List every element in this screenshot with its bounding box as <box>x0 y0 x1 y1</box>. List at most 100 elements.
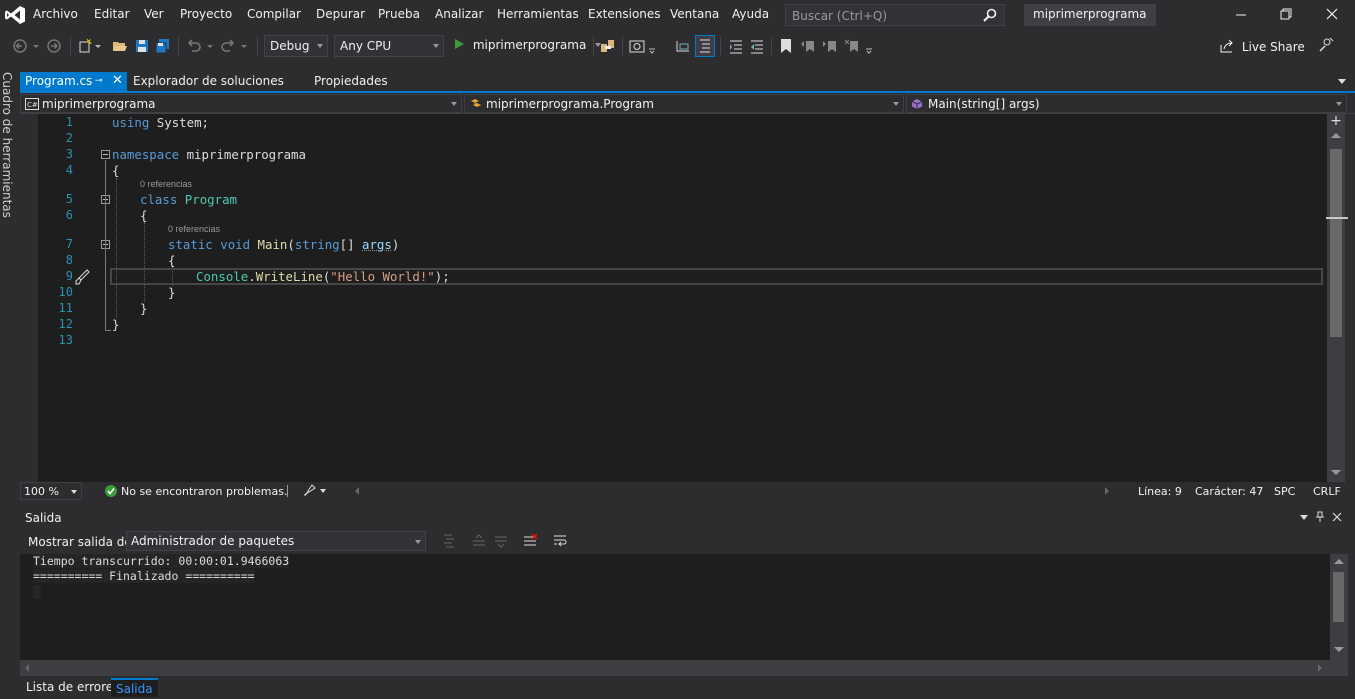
undo-dropdown-icon[interactable] <box>206 38 214 54</box>
code-line-8[interactable]: { <box>168 253 175 268</box>
menu-proyecto[interactable]: Proyecto <box>180 7 232 21</box>
back-dropdown-icon[interactable] <box>32 38 40 54</box>
line-indicator[interactable]: Línea: 9 <box>1138 485 1182 498</box>
line-ending-indicator[interactable]: CRLF <box>1313 485 1341 498</box>
scroll-up-icon[interactable] <box>1331 133 1341 138</box>
tab-properties[interactable]: Propiedades <box>309 72 393 92</box>
navigate-back-icon[interactable] <box>12 38 28 54</box>
scroll-left-icon[interactable] <box>25 664 29 672</box>
quick-actions-brush-icon[interactable] <box>73 268 91 286</box>
save-icon[interactable] <box>134 38 150 54</box>
member-select[interactable]: Main(string[] args) <box>906 94 1347 113</box>
menu-analizar[interactable]: Analizar <box>435 7 483 21</box>
split-editor-icon[interactable]: + <box>1328 114 1344 130</box>
new-dropdown-icon[interactable] <box>94 38 102 54</box>
search-icon[interactable] <box>982 7 998 23</box>
configuration-select[interactable]: Debug <box>264 35 328 57</box>
menu-extensiones[interactable]: Extensiones <box>588 7 661 21</box>
open-folder-icon[interactable] <box>112 38 128 54</box>
scroll-up-icon[interactable] <box>1334 559 1344 564</box>
pin-icon[interactable]: ⊸ <box>95 76 103 86</box>
search-input[interactable]: Buscar (Ctrl+Q) <box>785 4 1005 26</box>
code-line-5[interactable]: class Program <box>140 192 237 207</box>
code-line-3[interactable]: namespace miprimerprograma <box>112 147 306 162</box>
find-in-files-icon[interactable] <box>600 38 616 54</box>
save-all-icon[interactable] <box>155 38 171 54</box>
codelens-references[interactable]: 0 referencias <box>140 179 192 189</box>
previous-bookmark-icon[interactable] <box>800 38 816 54</box>
code-cleanup-brush-icon[interactable] <box>302 484 316 498</box>
more-options-icon[interactable] <box>647 38 657 54</box>
bookmark-icon[interactable] <box>778 38 794 54</box>
next-message-icon[interactable] <box>493 533 509 549</box>
clear-all-icon[interactable] <box>522 533 538 549</box>
undo-icon[interactable] <box>186 38 202 54</box>
code-line-1[interactable]: using System; <box>112 115 209 130</box>
code-line-6[interactable]: { <box>140 208 147 223</box>
close-icon[interactable]: ✕ <box>112 73 123 88</box>
auto-hide-pin-icon[interactable] <box>1314 511 1326 523</box>
code-line-7[interactable]: static void Main(string[] args) <box>168 237 399 252</box>
char-indicator[interactable]: Carácter: 47 <box>1195 485 1263 498</box>
screenshot-tool-icon[interactable] <box>629 38 645 54</box>
code-line-9[interactable]: Console.WriteLine("Hello World!"); <box>196 269 450 284</box>
tab-list-dropdown-icon[interactable] <box>1338 79 1346 84</box>
code-editor[interactable] <box>20 114 1327 482</box>
tab-output[interactable]: Salida <box>111 678 158 697</box>
menu-depurar[interactable]: Depurar <box>316 7 365 21</box>
outdent-icon[interactable] <box>749 38 765 54</box>
feedback-icon[interactable] <box>1318 37 1334 53</box>
issues-status[interactable]: No se encontraron problemas. <box>121 485 287 498</box>
codelens-references[interactable]: 0 referencias <box>168 224 220 234</box>
close-window-icon[interactable] <box>1324 6 1340 22</box>
format-document-icon[interactable] <box>695 35 715 57</box>
navigate-forward-icon[interactable] <box>46 38 62 54</box>
whitespace-indicator[interactable]: SPC <box>1274 485 1295 498</box>
scroll-right-icon[interactable] <box>1318 664 1322 672</box>
new-project-icon[interactable] <box>77 38 93 54</box>
restore-icon[interactable] <box>1278 6 1294 22</box>
menu-compilar[interactable]: Compilar <box>247 7 301 21</box>
scroll-down-icon[interactable] <box>1331 470 1341 475</box>
scroll-down-icon[interactable] <box>1334 647 1344 652</box>
menu-editar[interactable]: Editar <box>94 7 130 21</box>
minimize-icon[interactable] <box>1233 6 1249 22</box>
scroll-right-icon[interactable] <box>1105 487 1109 495</box>
zoom-select[interactable]: 100 % <box>20 482 82 500</box>
previous-message-icon[interactable] <box>471 533 487 549</box>
tab-solution-explorer[interactable]: Explorador de soluciones <box>128 72 289 92</box>
close-panel-icon[interactable] <box>1331 511 1343 523</box>
editor-glyph-margin[interactable] <box>20 114 38 482</box>
code-line-4[interactable]: { <box>112 163 119 178</box>
toolbox-tab-label[interactable]: Cuadro de herramientas <box>0 72 14 218</box>
toolbox-strip[interactable]: Cuadro de herramientas <box>0 62 18 699</box>
toolbar-overflow-icon[interactable] <box>864 38 874 54</box>
word-wrap-icon[interactable] <box>552 533 568 549</box>
tab-error-list[interactable]: Lista de errores <box>21 678 124 697</box>
toggle-comment-icon[interactable] <box>675 38 691 54</box>
class-select[interactable]: miprimerprograma.Program <box>464 94 904 113</box>
menu-prueba[interactable]: Prueba <box>378 7 420 21</box>
next-bookmark-icon[interactable] <box>822 38 838 54</box>
menu-archivo[interactable]: Archivo <box>33 7 78 21</box>
indent-icon[interactable] <box>728 38 744 54</box>
editor-scroll-thumb[interactable] <box>1330 149 1342 337</box>
tab-program-cs[interactable]: Program.cs ⊸ ✕ <box>20 72 127 92</box>
output-source-select[interactable]: Administrador de paquetes <box>126 531 426 551</box>
redo-icon[interactable] <box>220 38 236 54</box>
go-to-location-icon[interactable] <box>442 533 458 549</box>
code-line-10[interactable]: } <box>168 285 175 300</box>
chevron-down-icon[interactable] <box>320 489 326 493</box>
code-line-12[interactable]: } <box>112 317 119 332</box>
menu-herramientas[interactable]: Herramientas <box>497 7 579 21</box>
collapse-namespace-icon[interactable] <box>101 150 110 159</box>
clear-bookmarks-icon[interactable] <box>844 38 860 54</box>
scroll-left-icon[interactable] <box>355 487 359 495</box>
start-debugging-button[interactable]: miprimerprograma <box>453 35 602 57</box>
menu-ventana[interactable]: Ventana <box>670 7 719 21</box>
menu-ayuda[interactable]: Ayuda <box>732 7 769 21</box>
platform-select[interactable]: Any CPU <box>334 35 444 57</box>
window-position-dropdown-icon[interactable] <box>1300 515 1308 520</box>
live-share-button[interactable]: Live Share <box>1220 39 1305 54</box>
project-select[interactable]: C# miprimerprograma <box>20 94 462 113</box>
